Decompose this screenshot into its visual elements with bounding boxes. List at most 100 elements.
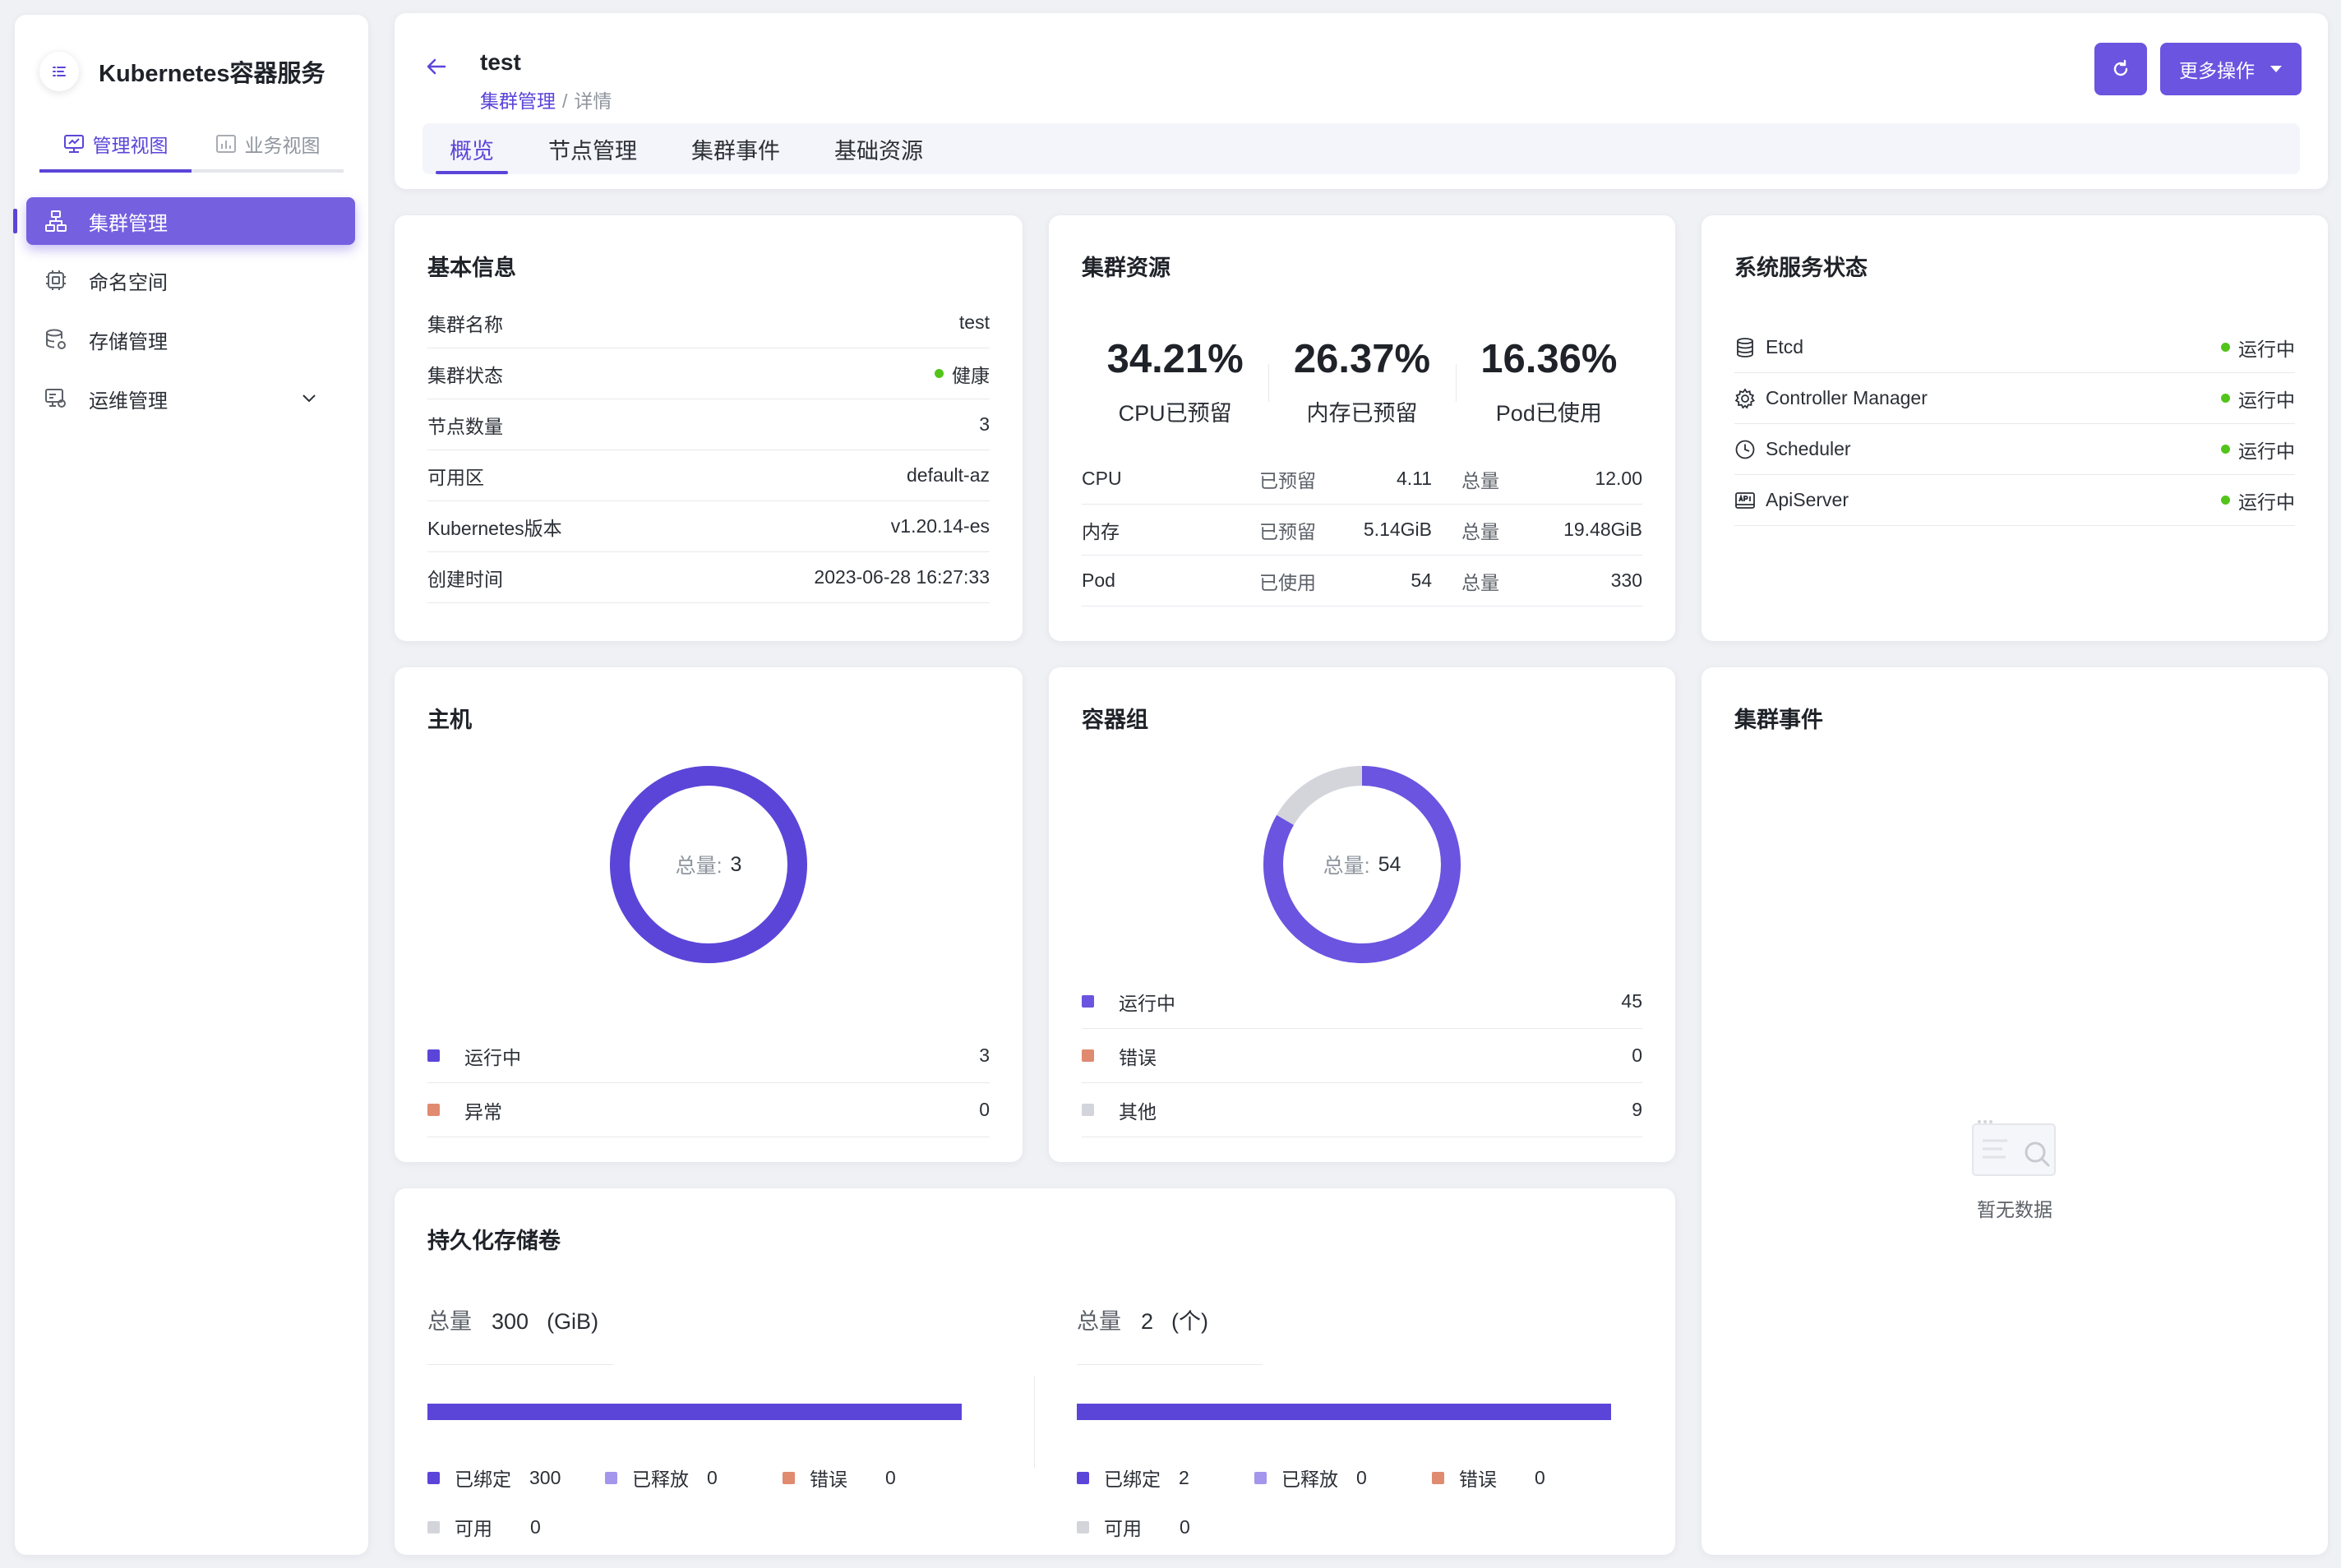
api-icon [1734, 490, 1756, 511]
resource-name: Pod [1082, 570, 1115, 591]
pv-count-legend: 已绑定 2 已释放 0 错误 0 可用 0 [1077, 1453, 1652, 1552]
card-title: 基本信息 [427, 256, 516, 280]
legend-label: 已绑定 [1104, 1469, 1161, 1490]
breadcrumb-link[interactable]: 集群管理 [480, 90, 556, 112]
resource-table: CPU 已预留 4.11 总量 12.00 内存 已预留 5.14GiB 总量 … [1082, 454, 1642, 606]
legend-label: 可用 [1104, 1518, 1142, 1539]
service-row-controller-manager: Controller Manager 运行中 [1734, 373, 2295, 424]
info-row-zone: 可用区 default-az [427, 450, 990, 501]
gear-icon [1734, 387, 1756, 409]
legend-label: 运行中 [464, 1046, 521, 1068]
tab-overview[interactable]: 概览 [422, 123, 521, 174]
service-name-wrap: ApiServer [1734, 489, 1849, 511]
tab-nodes[interactable]: 节点管理 [521, 123, 664, 174]
pods-legend: 运行中 45 错误 0 其他 9 [1082, 975, 1642, 1137]
service-name: Controller Manager [1766, 387, 1928, 408]
resource-used-label: 已预留 [1259, 469, 1316, 491]
sidebar-item-ops[interactable]: 运维管理 [26, 375, 355, 422]
resource-name: CPU [1082, 468, 1122, 489]
sidebar-item-label: 命名空间 [89, 271, 168, 294]
basic-info-list: 集群名称 test 集群状态 健康 节点数量 3 可用区 default-az … [427, 297, 990, 603]
pv-legend-available: 可用 0 [427, 1502, 605, 1552]
legend-value: 0 [979, 1099, 990, 1120]
chevron-down-icon[interactable] [294, 394, 324, 404]
service-status-text: 运行中 [2238, 491, 2295, 513]
sidebar-item-label: 运维管理 [89, 390, 168, 413]
pv-legend-bound: 已绑定 300 [427, 1453, 605, 1502]
pv-count-section: 总量 2 (个) 已绑定 2 已释放 0 错误 0 可用 0 [1044, 1188, 1675, 1555]
back-arrow-icon[interactable] [422, 53, 450, 81]
running-dot-icon [2221, 343, 2230, 352]
cluster-resources-card: 集群资源 34.21% CPU已预留 26.37% 内存已预留 16.36% P… [1049, 215, 1675, 641]
info-label: 创建时间 [427, 568, 503, 590]
pv-total-label: 总量 [427, 1309, 472, 1334]
info-value: default-az [906, 464, 990, 486]
info-row-nodes: 节点数量 3 [427, 399, 990, 450]
tab-resources[interactable]: 基础资源 [807, 123, 950, 174]
resource-total-label: 总量 [1461, 520, 1499, 542]
legend-swatch [1077, 1471, 1089, 1484]
sidebar-item-cluster[interactable]: 集群管理 [13, 197, 355, 245]
sidebar-nav: 集群管理 命名空间 存储管理 运维管理 [13, 197, 368, 434]
tab-events[interactable]: 集群事件 [664, 123, 807, 174]
legend-label: 错误 [1119, 1046, 1157, 1068]
service-status: 运行中 [2221, 385, 2295, 413]
card-title: 集群资源 [1082, 256, 1170, 280]
menu-icon[interactable] [39, 52, 79, 91]
info-row-name: 集群名称 test [427, 297, 990, 348]
sidebar-item-namespace[interactable]: 命名空间 [26, 256, 355, 304]
resource-used: 54 [1411, 570, 1432, 591]
view-tab-business[interactable]: 业务视图 [192, 118, 344, 173]
stat-memory: 26.37% 内存已预留 [1268, 336, 1455, 427]
namespace-icon [41, 269, 71, 292]
legend-swatch [1254, 1471, 1267, 1484]
pv-total-label: 总量 [1077, 1309, 1121, 1334]
pv-legend-released: 已释放 0 [605, 1453, 783, 1502]
pv-legend-error: 错误 0 [783, 1453, 960, 1502]
pv-capacity-section: 总量 300 (GiB) 已绑定 300 已释放 0 错误 0 可用 0 [395, 1188, 1034, 1555]
info-row-created: 创建时间 2023-06-28 16:27:33 [427, 552, 990, 603]
info-label: 集群名称 [427, 313, 503, 335]
info-label: 可用区 [427, 466, 484, 488]
info-value: test [958, 311, 990, 333]
legend-value: 0 [707, 1466, 718, 1488]
ops-icon [41, 387, 71, 410]
service-name: Etcd [1766, 336, 1804, 357]
resource-used-label: 已预留 [1259, 520, 1316, 542]
donut-total: 总量: 3 [602, 758, 815, 971]
legend-row-error: 错误 0 [1082, 1029, 1642, 1083]
pv-legend-available: 可用 0 [1077, 1502, 1254, 1552]
pv-total-value: 2 [1141, 1309, 1154, 1334]
card-title: 容器组 [1082, 708, 1148, 732]
legend-value: 3 [979, 1045, 990, 1066]
card-title: 系统服务状态 [1734, 256, 1868, 280]
pods-card: 容器组 总量: 54 运行中 45 错误 0 其他 9 [1049, 667, 1675, 1162]
more-actions-button[interactable]: 更多操作 [2160, 43, 2302, 95]
view-tab-label: 业务视图 [244, 135, 321, 156]
breadcrumb-separator: / [562, 90, 568, 112]
healthy-dot-icon [935, 369, 944, 378]
refresh-button[interactable] [2094, 43, 2147, 95]
refresh-icon [2111, 59, 2131, 79]
service-status-text: 运行中 [2238, 338, 2295, 360]
view-tab-admin[interactable]: 管理视图 [39, 118, 192, 173]
sidebar-item-storage[interactable]: 存储管理 [26, 316, 355, 363]
pv-capacity-bar [427, 1404, 962, 1420]
stat-value: 26.37% [1293, 336, 1431, 381]
info-value: 3 [979, 413, 990, 435]
page-title: test [480, 49, 521, 75]
running-dot-icon [2221, 445, 2230, 454]
page-header: test 集群管理 / 详情 更多操作 概览 节点管理 集群事件 基础资源 [395, 13, 2328, 189]
resource-total-label: 总量 [1461, 571, 1499, 593]
legend-value: 300 [529, 1466, 561, 1488]
legend-swatch [783, 1471, 795, 1484]
basic-info-card: 基本信息 集群名称 test 集群状态 健康 节点数量 3 可用区 defaul… [395, 215, 1023, 641]
info-label: 集群状态 [427, 364, 503, 386]
legend-label: 异常 [464, 1100, 502, 1123]
stat-label: 内存已预留 [1306, 400, 1418, 426]
service-row-apiserver: ApiServer 运行中 [1734, 475, 2295, 526]
legend-swatch [427, 1471, 440, 1484]
pv-legend-released: 已释放 0 [1254, 1453, 1432, 1502]
hosts-legend: 运行中 3 异常 0 [427, 1029, 990, 1137]
legend-value: 0 [1356, 1466, 1367, 1488]
